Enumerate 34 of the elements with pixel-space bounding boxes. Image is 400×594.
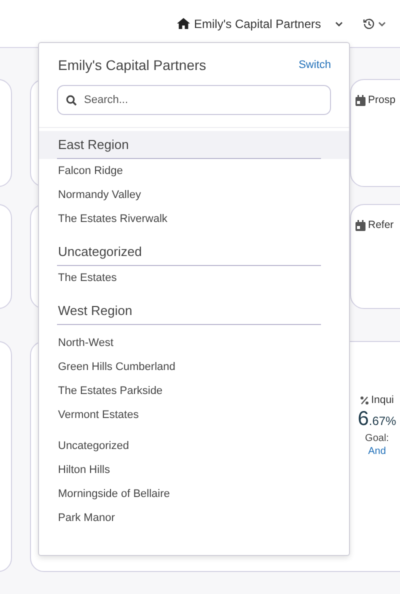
search-icon: [66, 94, 77, 106]
subgroup-heading: Uncategorized: [57, 439, 130, 454]
community-item[interactable]: Park Manor: [39, 506, 349, 530]
community-item[interactable]: Vermont Estates: [39, 403, 349, 427]
community-item[interactable]: Morningside of Bellaire: [39, 482, 349, 506]
card-title: Prosp: [368, 94, 396, 106]
card-title: Refer: [368, 219, 394, 231]
percent-icon: [360, 396, 370, 404]
community-item[interactable]: North-West: [39, 331, 349, 355]
history-icon: [363, 18, 375, 30]
community-item[interactable]: The Estates Riverwalk: [39, 207, 349, 231]
stat-label: Inqui: [371, 394, 394, 406]
calendar-icon: [355, 94, 366, 106]
group-heading: Uncategorized: [39, 235, 349, 266]
dropdown-title: Emily's Capital Partners: [58, 57, 206, 73]
history-button[interactable]: [363, 18, 386, 30]
account-switcher[interactable]: Emily's Capital Partners: [177, 16, 343, 30]
chevron-down-icon: [335, 20, 343, 26]
community-item[interactable]: Falcon Ridge: [39, 159, 349, 183]
search-field[interactable]: Search...: [57, 85, 331, 115]
group-heading: West Region: [39, 294, 349, 325]
community-item[interactable]: Green Hills Cumberland: [39, 355, 349, 379]
calendar-icon: [355, 220, 366, 230]
community-item[interactable]: Hilton Hills: [39, 458, 349, 482]
stat-link[interactable]: And: [368, 446, 386, 457]
home-icon: [177, 18, 190, 29]
switch-link[interactable]: Switch: [298, 59, 331, 71]
community-item[interactable]: The Estates Parkside: [39, 379, 349, 403]
group-heading: East Region: [39, 131, 349, 159]
chevron-down-icon: [378, 20, 386, 26]
goal-label: Goal:: [365, 433, 389, 444]
community-item[interactable]: Normandy Valley: [39, 183, 349, 207]
community-item[interactable]: The Estates: [39, 266, 349, 290]
stat-value: 6.67%: [358, 408, 396, 431]
